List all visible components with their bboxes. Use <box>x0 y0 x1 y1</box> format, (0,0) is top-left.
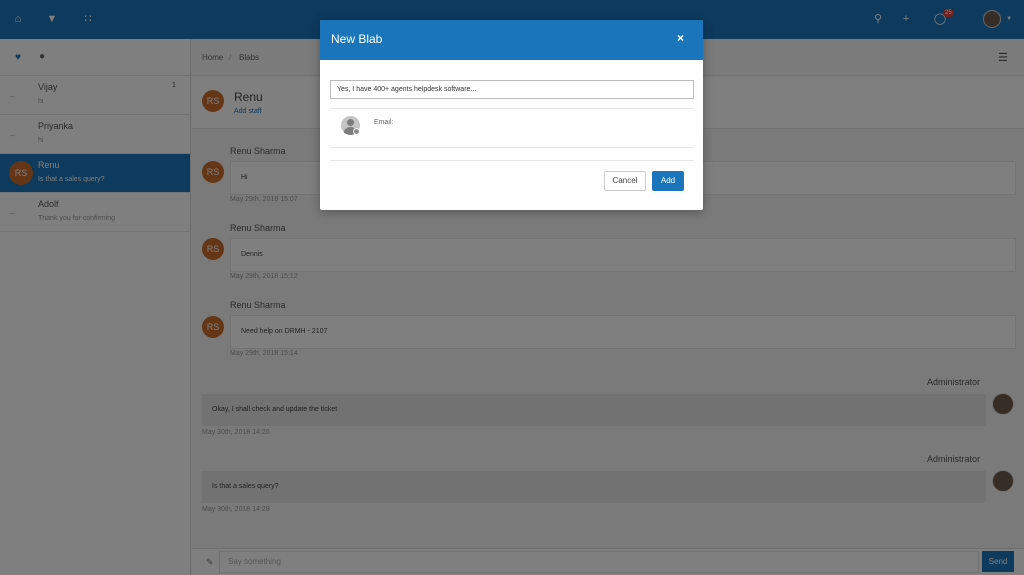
email-label: Email: <box>374 119 394 126</box>
modal-title: New Blab <box>331 32 383 46</box>
new-blab-modal: New Blab × Yes, I have 400+ agents helpd… <box>320 20 703 210</box>
divider <box>330 108 694 109</box>
add-button[interactable]: Add <box>652 171 684 191</box>
cancel-button[interactable]: Cancel <box>604 171 646 191</box>
divider <box>330 147 694 148</box>
close-icon[interactable]: × <box>677 31 684 45</box>
blab-title-input[interactable]: Yes, I have 400+ agents helpdesk softwar… <box>330 80 694 99</box>
divider <box>330 160 694 161</box>
status-dot <box>353 128 360 135</box>
modal-header: New Blab × <box>320 20 703 60</box>
